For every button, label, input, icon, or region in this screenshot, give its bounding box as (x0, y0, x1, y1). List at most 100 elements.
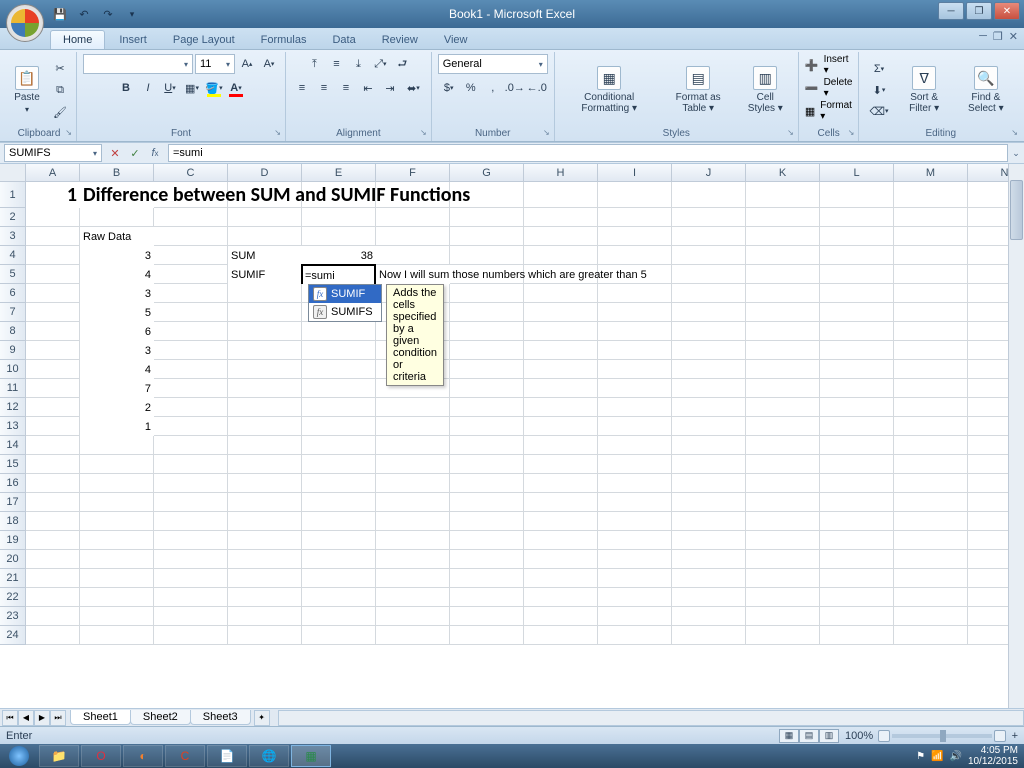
col-header-I[interactable]: I (598, 164, 672, 182)
cell-B5[interactable]: 4 (80, 265, 154, 284)
sheet-nav-last[interactable]: ⏭ (50, 710, 66, 726)
paste-button[interactable]: 📋 Paste ▾ (8, 64, 46, 116)
orientation-button[interactable]: ⤢▾ (370, 54, 390, 74)
sheet-nav-next[interactable]: ▶ (34, 710, 50, 726)
row-header-13[interactable]: 13 (0, 417, 26, 436)
increase-indent-button[interactable]: ⇥ (380, 78, 400, 98)
row-header-18[interactable]: 18 (0, 512, 26, 531)
autocomplete-item-sumifs[interactable]: fxSUMIFS (309, 303, 381, 321)
cell-B1[interactable]: Difference between SUM and SUMIF Functio… (80, 182, 154, 208)
align-right-button[interactable]: ≡ (336, 78, 356, 98)
maximize-button[interactable]: ❐ (966, 2, 992, 20)
cell-D5[interactable]: SUMIF (228, 265, 302, 284)
expand-formula-bar-button[interactable]: ⌄ (1008, 148, 1024, 159)
tray-volume-icon[interactable]: 🔊 (949, 751, 961, 762)
clock[interactable]: 4:05 PM 10/12/2015 (968, 745, 1018, 767)
col-header-G[interactable]: G (450, 164, 524, 182)
cell-B13[interactable]: 1 (80, 417, 154, 436)
taskbar-excel-icon[interactable]: ▦ (291, 745, 331, 767)
increase-font-button[interactable]: A▴ (237, 54, 257, 74)
cell-styles-button[interactable]: ▥Cell Styles ▾ (739, 64, 792, 116)
col-header-F[interactable]: F (376, 164, 450, 182)
row-header-5[interactable]: 5 (0, 265, 26, 284)
row-header-14[interactable]: 14 (0, 436, 26, 455)
col-header-A[interactable]: A (26, 164, 80, 182)
page-break-view-button[interactable]: ▥ (819, 729, 839, 743)
taskbar-ccleaner-icon[interactable]: C (165, 745, 205, 767)
formula-input[interactable]: =sumi (168, 144, 1008, 162)
qat-redo-icon[interactable]: ↷ (98, 4, 118, 24)
tab-home[interactable]: Home (50, 30, 105, 49)
border-button[interactable]: ▦▾ (182, 78, 202, 98)
office-button[interactable] (6, 4, 44, 42)
insert-cells-button[interactable]: ➕Insert ▾ (805, 54, 853, 76)
taskbar-opera-icon[interactable]: O (81, 745, 121, 767)
merge-center-button[interactable]: ⬌▾ (402, 78, 425, 98)
format-as-table-button[interactable]: ▤Format as Table ▾ (662, 64, 735, 116)
col-header-L[interactable]: L (820, 164, 894, 182)
row-header-4[interactable]: 4 (0, 246, 26, 265)
font-color-button[interactable]: A▾ (226, 78, 246, 98)
align-top-button[interactable]: ⤒ (304, 54, 324, 74)
find-select-button[interactable]: 🔍Find & Select ▾ (956, 64, 1016, 116)
insert-function-button[interactable]: fx (146, 144, 164, 162)
cell-editor[interactable] (303, 268, 374, 284)
cell-E4[interactable]: 38 (302, 246, 376, 265)
font-size-combo[interactable]: 11▾ (195, 54, 235, 74)
cut-button[interactable]: ✂ (50, 58, 70, 78)
bold-button[interactable]: B (116, 78, 136, 98)
qat-customize-icon[interactable]: ▾ (122, 4, 142, 24)
worksheet-grid[interactable]: ABCDEFGHIJKLMN 1234567891011121314151617… (0, 164, 1024, 708)
cell-B12[interactable]: 2 (80, 398, 154, 417)
row-header-15[interactable]: 15 (0, 455, 26, 474)
cell-B8[interactable]: 6 (80, 322, 154, 341)
page-layout-view-button[interactable]: ▤ (799, 729, 819, 743)
cell-D4[interactable]: SUM (228, 246, 302, 265)
zoom-in-button[interactable]: + (1012, 730, 1018, 742)
row-header-1[interactable]: 1 (0, 182, 26, 208)
row-header-8[interactable]: 8 (0, 322, 26, 341)
normal-view-button[interactable]: ▦ (779, 729, 799, 743)
sheet-nav-prev[interactable]: ◀ (18, 710, 34, 726)
format-painter-button[interactable]: 🖌 (50, 102, 70, 122)
autosum-button[interactable]: Σ▾ (865, 59, 892, 79)
row-header-3[interactable]: 3 (0, 227, 26, 246)
conditional-formatting-button[interactable]: ▦Conditional Formatting ▾ (561, 64, 658, 116)
mdi-restore-icon[interactable]: ❐ (993, 30, 1003, 43)
tray-network-icon[interactable]: 📶 (931, 751, 943, 762)
sort-filter-button[interactable]: ᐁSort & Filter ▾ (897, 64, 952, 116)
tab-view[interactable]: View (432, 31, 480, 49)
align-middle-button[interactable]: ≡ (326, 54, 346, 74)
sheet-nav-first[interactable]: ⏮ (2, 710, 18, 726)
tray-flag-icon[interactable]: ⚑ (916, 751, 925, 762)
col-header-C[interactable]: C (154, 164, 228, 182)
taskbar-chrome-icon[interactable]: 🌐 (249, 745, 289, 767)
insert-sheet-button[interactable]: ✦ (254, 710, 270, 726)
sheet-tab-sheet3[interactable]: Sheet3 (190, 710, 251, 725)
font-family-combo[interactable]: ▾ (83, 54, 193, 74)
tab-data[interactable]: Data (320, 31, 367, 49)
tab-page-layout[interactable]: Page Layout (161, 31, 247, 49)
delete-cells-button[interactable]: ➖Delete ▾ (805, 77, 853, 99)
align-center-button[interactable]: ≡ (314, 78, 334, 98)
row-header-20[interactable]: 20 (0, 550, 26, 569)
row-header-17[interactable]: 17 (0, 493, 26, 512)
horizontal-scrollbar[interactable] (278, 710, 1024, 726)
row-header-2[interactable]: 2 (0, 208, 26, 227)
cell-B10[interactable]: 4 (80, 360, 154, 379)
cell-A1[interactable]: 1 (26, 182, 80, 208)
zoom-level[interactable]: 100% (845, 730, 873, 742)
name-box[interactable]: SUMIFS▾ (4, 144, 102, 162)
row-header-19[interactable]: 19 (0, 531, 26, 550)
cell-B11[interactable]: 7 (80, 379, 154, 398)
minimize-button[interactable]: ─ (938, 2, 964, 20)
row-header-10[interactable]: 10 (0, 360, 26, 379)
comma-format-button[interactable]: , (483, 78, 503, 98)
increase-decimal-button[interactable]: .0→ (505, 78, 525, 98)
format-cells-button[interactable]: ▦Format ▾ (805, 100, 853, 122)
col-header-K[interactable]: K (746, 164, 820, 182)
close-button[interactable]: ✕ (994, 2, 1020, 20)
row-header-23[interactable]: 23 (0, 607, 26, 626)
decrease-decimal-button[interactable]: ←.0 (527, 78, 547, 98)
mdi-close-icon[interactable]: ✕ (1009, 30, 1018, 43)
